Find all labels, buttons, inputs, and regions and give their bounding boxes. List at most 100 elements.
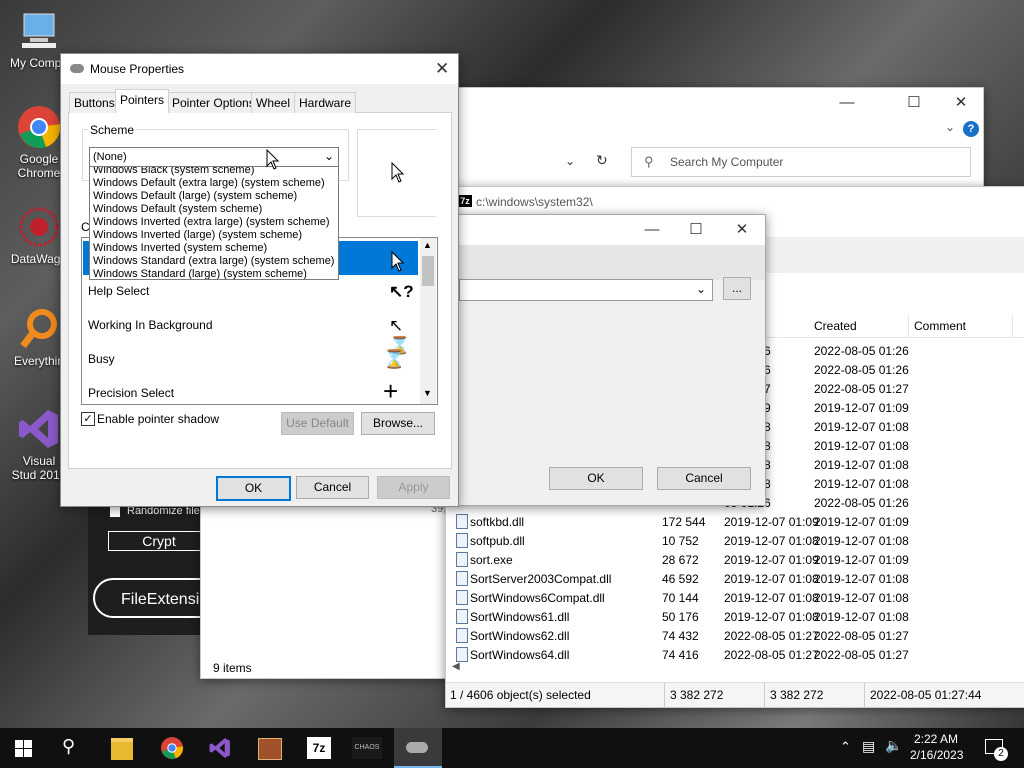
- scroll-down-icon[interactable]: ▼: [423, 388, 432, 398]
- scheme-option[interactable]: Windows Default (system scheme): [93, 203, 262, 215]
- table-row[interactable]: softpub.dll 10 752 2019-12-07 01:08 2019-12…: [450, 531, 1020, 550]
- file-modified-cell: 2022-08-05 01:27: [724, 629, 819, 643]
- cursor-preview: [357, 129, 436, 217]
- tab-buttons[interactable]: Buttons: [69, 92, 120, 113]
- browse-button[interactable]: Browse...: [361, 412, 435, 435]
- mouse-properties-taskbar-button[interactable]: [394, 728, 442, 768]
- network-icon[interactable]: ▤: [862, 738, 875, 755]
- close-button[interactable]: ✕: [938, 88, 984, 118]
- clock-time[interactable]: 2:22 AM: [914, 732, 958, 746]
- maximize-button[interactable]: ☐: [891, 88, 937, 118]
- mouse-icon: [406, 742, 428, 753]
- winrar-taskbar-icon[interactable]: [258, 738, 282, 760]
- crypt-button[interactable]: Crypt: [108, 531, 210, 551]
- chevron-up-icon[interactable]: ⌃: [840, 739, 851, 755]
- dll-file-icon: [456, 628, 468, 643]
- table-row[interactable]: softkbd.dll 172 544 2019-12-07 01:09 2019-1…: [450, 512, 1020, 531]
- tab-wheel[interactable]: Wheel: [251, 92, 296, 113]
- scheme-option[interactable]: Windows Inverted (large) (system scheme): [93, 229, 302, 241]
- minimize-button[interactable]: —: [824, 88, 870, 118]
- file-created-cell: 2022-08-05 01:26: [814, 496, 909, 510]
- column-comment[interactable]: Comment: [914, 319, 966, 333]
- cursor-row-precision-select[interactable]: Precision Select +: [83, 378, 417, 403]
- maximize-button[interactable]: ☐: [673, 215, 719, 245]
- search-box[interactable]: ⚲ Search My Computer: [631, 147, 971, 177]
- search-icon[interactable]: ⚲: [62, 736, 75, 757]
- help-icon[interactable]: ?: [963, 121, 979, 137]
- scheme-option[interactable]: Windows Default (extra large) (system sc…: [93, 177, 325, 189]
- table-row[interactable]: SortWindows6Compat.dll 70 144 2019-12-07 0…: [450, 588, 1020, 607]
- table-row[interactable]: SortWindows62.dll 74 432 2022-08-05 01:27 2…: [450, 626, 1020, 645]
- tab-pointers[interactable]: Pointers: [115, 89, 170, 113]
- cancel-button[interactable]: Cancel: [296, 476, 369, 499]
- scheme-option[interactable]: Windows Inverted (extra large) (system s…: [93, 216, 330, 228]
- chaos-taskbar-icon[interactable]: CHAOS: [352, 737, 382, 759]
- ok-button[interactable]: OK: [216, 476, 291, 501]
- tab-hardware[interactable]: Hardware: [294, 92, 357, 113]
- scheme-option[interactable]: Windows Default (large) (system scheme): [93, 190, 297, 202]
- scheme-value: (None): [93, 151, 127, 163]
- table-row[interactable]: SortWindows64.dll 74 416 2022-08-05 01:27 2…: [450, 645, 1020, 664]
- randomize-checkbox[interactable]: [110, 507, 120, 517]
- cursor-row-working-background[interactable]: Working In Background ↖⌛: [83, 310, 417, 355]
- file-created-cell: 2022-08-05 01:26: [814, 363, 909, 377]
- cancel-button[interactable]: Cancel: [657, 467, 751, 490]
- scroll-thumb[interactable]: [422, 256, 434, 286]
- chrome-icon: [16, 104, 62, 150]
- refresh-icon[interactable]: ↻: [596, 152, 608, 169]
- apply-button[interactable]: Apply: [377, 476, 450, 499]
- file-modified-cell: 2019-12-07 01:08: [724, 610, 819, 624]
- column-created[interactable]: Created: [814, 319, 857, 333]
- tab-pointer-options[interactable]: Pointer Options: [167, 92, 260, 113]
- file-modified-cell: 2019-12-07 01:08: [724, 572, 819, 586]
- file-size-cell: 74 416: [662, 648, 699, 662]
- chrome-taskbar-icon[interactable]: [160, 736, 184, 760]
- pointer-shadow-checkbox[interactable]: ✓: [81, 412, 95, 426]
- scheme-label: Scheme: [88, 123, 137, 137]
- address-dropdown-chevron-icon[interactable]: ⌄: [565, 154, 575, 168]
- table-row[interactable]: SortServer2003Compat.dll 46 592 2019-12-07…: [450, 569, 1020, 588]
- file-name-cell: SortServer2003Compat.dll: [470, 572, 612, 586]
- file-created-cell: 2022-08-05 01:27: [814, 648, 909, 662]
- table-row[interactable]: sort.exe 28 672 2019-12-07 01:09 2019-12-07…: [450, 550, 1020, 569]
- scheme-combobox[interactable]: (None) ⌄: [89, 147, 339, 168]
- status-selected: 1 / 4606 object(s) selected: [450, 688, 591, 702]
- arrow-cursor-icon: [391, 251, 405, 272]
- file-name-cell: SortWindows62.dll: [470, 629, 570, 643]
- crosshair-icon: +: [383, 378, 399, 403]
- scheme-option[interactable]: Windows Black (system scheme): [93, 167, 254, 176]
- close-button[interactable]: ✕: [719, 215, 765, 245]
- scheme-option[interactable]: Windows Standard (extra large) (system s…: [93, 255, 334, 267]
- chevron-down-icon[interactable]: ⌄: [945, 120, 955, 134]
- file-created-cell: 2019-12-07 01:08: [814, 420, 909, 434]
- close-icon[interactable]: ✕: [435, 59, 449, 79]
- ok-button[interactable]: OK: [549, 467, 643, 490]
- cursor-row-help-select[interactable]: Help Select ↖?: [83, 276, 417, 310]
- table-row[interactable]: SortWindows61.dll 50 176 2019-12-07 01:08 2…: [450, 607, 1020, 626]
- volume-icon[interactable]: 🔈: [885, 737, 902, 754]
- windows-start-icon[interactable]: [15, 740, 32, 757]
- browse-button[interactable]: ...: [723, 277, 751, 300]
- status-date: 2022-08-05 01:27:44: [870, 688, 982, 702]
- cursor-row-busy[interactable]: Busy ⌛: [83, 344, 417, 378]
- dll-file-icon: [456, 514, 468, 529]
- file-explorer-taskbar-icon[interactable]: [111, 738, 133, 760]
- dll-file-icon: [456, 571, 468, 586]
- minimize-button[interactable]: —: [629, 215, 675, 245]
- desktop-icon-label: Google Chrome: [17, 152, 61, 180]
- path-combobox[interactable]: ⌄: [459, 279, 713, 301]
- use-default-button[interactable]: Use Default: [281, 412, 354, 435]
- clock-date[interactable]: 2/16/2023: [910, 748, 963, 762]
- scroll-up-icon[interactable]: ▲: [423, 240, 432, 250]
- file-size-cell: 50 176: [662, 610, 699, 624]
- file-name-cell: softpub.dll: [470, 534, 525, 548]
- path-label: c:\windows\system32\: [476, 195, 593, 209]
- scheme-option[interactable]: Windows Inverted (system scheme): [93, 242, 267, 254]
- vertical-scrollbar[interactable]: ▲ ▼: [420, 238, 436, 404]
- 7zip-taskbar-icon[interactable]: 7z: [307, 737, 331, 759]
- computer-icon: [16, 8, 62, 54]
- scheme-option[interactable]: Windows Standard (large) (system scheme): [93, 268, 307, 279]
- search-icon: ⚲: [644, 154, 654, 169]
- visual-studio-taskbar-icon[interactable]: [208, 736, 232, 760]
- hourglass-icon: ⌛: [383, 349, 406, 369]
